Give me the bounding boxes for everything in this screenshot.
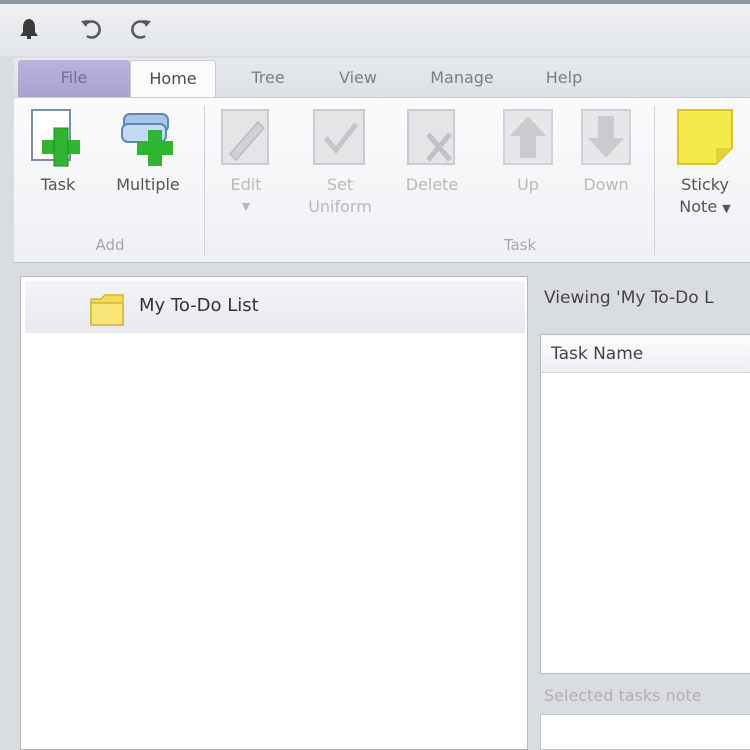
tab-help[interactable]: Help (524, 60, 604, 98)
tab-manage[interactable]: Manage (410, 60, 514, 98)
undo-icon[interactable] (78, 16, 104, 42)
move-down-label: Down (583, 175, 629, 194)
move-down-button[interactable]: Down (576, 104, 636, 196)
task-tree-panel[interactable]: My To-Do List (20, 276, 528, 750)
set-uniform-label-line1: Set (326, 175, 354, 194)
ribbon-home: Task Multiple Add Edit ▼ Set Uniform Del… (14, 97, 750, 263)
viewing-caption: Viewing 'My To-Do L (544, 288, 714, 308)
add-task-icon (31, 109, 80, 167)
tree-item-root[interactable]: My To-Do List (25, 281, 525, 333)
edit-icon (221, 109, 269, 165)
redo-icon[interactable] (128, 16, 154, 42)
add-task-label: Task (40, 175, 76, 194)
task-grid[interactable]: Task Name (540, 334, 750, 674)
set-uniform-button[interactable]: Set Uniform (300, 104, 380, 218)
quick-access-toolbar (0, 0, 750, 56)
group-separator (204, 106, 205, 256)
set-uniform-icon (313, 109, 365, 165)
tab-file[interactable]: File (18, 60, 130, 98)
delete-button[interactable]: Delete (400, 104, 464, 196)
add-multiple-label: Multiple (116, 175, 180, 194)
tab-tree[interactable]: Tree (226, 60, 310, 98)
folder-icon (90, 294, 124, 326)
move-up-label: Up (517, 175, 539, 194)
add-group-label: Add (95, 236, 125, 254)
notes-area[interactable] (540, 714, 750, 750)
selected-notes-caption: Selected tasks note (544, 686, 702, 705)
task-group-label: Task (503, 236, 537, 254)
delete-label: Delete (405, 175, 459, 194)
add-multiple-button[interactable]: Multiple (108, 104, 188, 196)
move-up-button[interactable]: Up (500, 104, 556, 196)
ribbon-tab-bar: File Home Tree View Manage Help (14, 58, 750, 98)
set-uniform-label-line2: Uniform (308, 197, 372, 216)
sticky-note-icon (677, 109, 733, 165)
arrow-down-icon (581, 109, 631, 165)
tab-home[interactable]: Home (130, 60, 216, 98)
edit-button[interactable]: Edit ▼ (214, 104, 278, 218)
arrow-up-icon (503, 109, 553, 165)
add-task-button[interactable]: Task (26, 104, 90, 196)
chevron-down-icon: ▼ (722, 202, 731, 215)
tree-item-label: My To-Do List (139, 295, 259, 316)
delete-icon (407, 109, 455, 165)
tab-view[interactable]: View (316, 60, 400, 98)
add-multiple-icon (121, 113, 173, 166)
edit-label: Edit (230, 175, 262, 194)
group-separator (654, 106, 655, 256)
sticky-note-button[interactable]: Sticky Note ▼ (666, 104, 744, 220)
sticky-note-label-line1: Sticky (681, 175, 729, 194)
bell-icon[interactable] (16, 16, 42, 42)
sticky-note-label-line2: Note ▼ (679, 197, 731, 216)
column-header-task-name[interactable]: Task Name (541, 335, 750, 373)
chevron-down-icon: ▼ (241, 200, 251, 213)
